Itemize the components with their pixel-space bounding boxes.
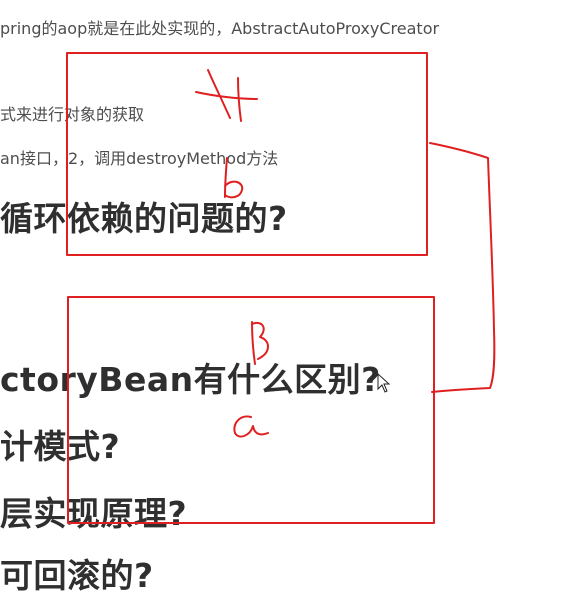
text-line-destroy-method: an接口，2，调用destroyMethod方法 <box>0 149 279 168</box>
annotation-letter-a-upper <box>195 69 258 122</box>
heading-rollback: 可回滚的? <box>0 556 154 595</box>
heading-design-pattern: 计模式? <box>0 427 121 466</box>
mouse-cursor-icon <box>377 373 391 393</box>
text-line-object-fetch: 式来进行对象的获取 <box>0 105 145 124</box>
text-line-aop: pring的aop就是在此处实现的，AbstractAutoProxyCreat… <box>0 19 440 38</box>
heading-circular-dependency: 循环依赖的问题的? <box>0 199 288 238</box>
heading-factorybean: ctoryBean有什么区别? <box>0 360 381 399</box>
annotation-layer <box>66 52 496 524</box>
annotation-connector <box>429 142 496 393</box>
annotation-letter-a-lower <box>233 415 269 438</box>
heading-implementation: 层实现原理? <box>0 494 188 533</box>
